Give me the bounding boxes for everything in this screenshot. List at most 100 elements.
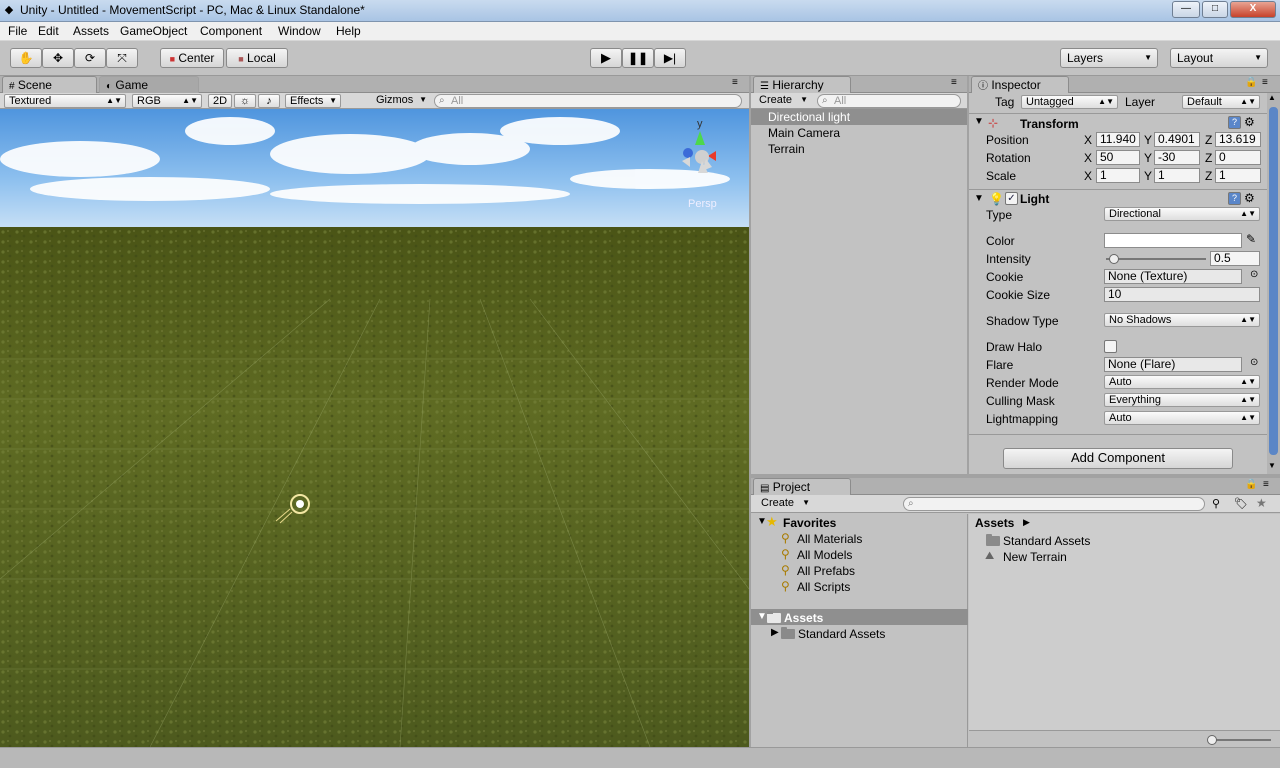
pivot-local-button[interactable]: ■ Local bbox=[226, 48, 288, 68]
audio-icon[interactable]: ♪ bbox=[258, 94, 280, 108]
list-item[interactable]: Standard Assets bbox=[798, 627, 885, 641]
gear-icon[interactable]: ⚙ bbox=[1244, 115, 1255, 129]
hand-tool-icon[interactable]: ✋ bbox=[10, 48, 42, 68]
color-mode-dropdown[interactable]: RGB ▲▼ bbox=[132, 94, 202, 108]
gizmos-dropdown[interactable]: Gizmos ▼ bbox=[372, 94, 430, 108]
tag-dropdown[interactable]: Untagged ▲▼ bbox=[1021, 95, 1118, 109]
scene-search-input[interactable]: ⌕ All bbox=[434, 94, 742, 108]
move-tool-icon[interactable]: ✥ bbox=[42, 48, 74, 68]
light-foldout-icon[interactable]: ▼ bbox=[974, 193, 984, 204]
position-y-field[interactable]: 0.4901 bbox=[1154, 132, 1200, 147]
mode-2d-toggle[interactable]: 2D bbox=[208, 94, 232, 108]
rotation-x-field[interactable]: 50 bbox=[1096, 150, 1140, 165]
pivot-center-button[interactable]: ■ Center bbox=[160, 48, 224, 68]
inspector-scroll-thumb[interactable] bbox=[1269, 107, 1278, 455]
projection-label[interactable]: Persp bbox=[688, 198, 717, 210]
flare-field[interactable]: None (Flare) bbox=[1104, 357, 1242, 372]
menu-assets[interactable]: Assets bbox=[73, 24, 109, 38]
help-icon[interactable]: ? bbox=[1228, 192, 1241, 205]
cookie-size-field[interactable]: 10 bbox=[1104, 287, 1260, 302]
render-mode-dropdown[interactable]: Auto ▲▼ bbox=[1104, 375, 1260, 389]
lightmapping-dropdown[interactable]: Auto ▲▼ bbox=[1104, 411, 1260, 425]
favorites-label[interactable]: Favorites bbox=[783, 516, 836, 530]
render-mode-dropdown[interactable]: Textured ▲▼ bbox=[4, 94, 126, 108]
tab-inspector[interactable]: ⓘ Inspector bbox=[971, 76, 1069, 93]
rotation-z-field[interactable]: 0 bbox=[1215, 150, 1261, 165]
filter-label-icon[interactable]: 🏷 bbox=[1234, 497, 1248, 510]
scene-viewport[interactable]: y Persp bbox=[0, 109, 749, 747]
draw-halo-checkbox[interactable] bbox=[1104, 340, 1117, 353]
object-picker-icon[interactable]: ⊙ bbox=[1250, 357, 1258, 368]
sun-lighting-icon[interactable]: ☼ bbox=[234, 94, 256, 108]
position-x-field[interactable]: 11.940 bbox=[1096, 132, 1140, 147]
light-type-dropdown[interactable]: Directional ▲▼ bbox=[1104, 207, 1260, 221]
lock-icon[interactable]: 🔒 bbox=[1245, 479, 1257, 490]
culling-mask-dropdown[interactable]: Everything ▲▼ bbox=[1104, 393, 1260, 407]
favorite-star-icon[interactable]: ★ bbox=[1256, 496, 1267, 510]
rotate-tool-icon[interactable]: ⟳ bbox=[74, 48, 106, 68]
list-item[interactable]: All Scripts bbox=[797, 580, 850, 594]
cookie-field[interactable]: None (Texture) bbox=[1104, 269, 1242, 284]
list-item[interactable]: All Prefabs bbox=[797, 564, 855, 578]
menu-window[interactable]: Window bbox=[278, 24, 321, 38]
position-z-field[interactable]: 13.619 bbox=[1215, 132, 1261, 147]
hierarchy-create-dropdown[interactable]: Create ▼ bbox=[755, 94, 811, 108]
panel-menu-icon[interactable]: ≡ bbox=[1263, 479, 1269, 490]
menu-component[interactable]: Component bbox=[200, 24, 262, 38]
panel-menu-icon[interactable]: ≡ bbox=[1262, 77, 1268, 88]
add-component-button[interactable]: Add Component bbox=[1003, 448, 1233, 469]
menu-gameobject[interactable]: GameObject bbox=[120, 24, 187, 38]
expand-icon[interactable]: ▶ bbox=[771, 627, 779, 638]
project-search-input[interactable]: ⌕ bbox=[903, 497, 1205, 511]
scroll-up-icon[interactable]: ▲ bbox=[1268, 93, 1276, 102]
effects-dropdown[interactable]: Effects ▼ bbox=[285, 94, 341, 108]
assets-tree-label[interactable]: Assets bbox=[784, 611, 823, 625]
tab-hierarchy[interactable]: ☰ Hierarchy bbox=[753, 76, 851, 93]
hierarchy-search-input[interactable]: ⌕ All bbox=[817, 94, 961, 108]
tab-scene[interactable]: # Scene bbox=[2, 76, 97, 93]
list-item[interactable]: Terrain bbox=[768, 142, 805, 156]
filter-type-icon[interactable]: ⚲ bbox=[1212, 497, 1220, 510]
list-item[interactable]: Standard Assets bbox=[1003, 534, 1090, 548]
minimize-button[interactable]: — bbox=[1172, 1, 1200, 18]
step-button[interactable]: ▶| bbox=[654, 48, 686, 68]
gear-icon[interactable]: ⚙ bbox=[1244, 191, 1255, 205]
scale-y-field[interactable]: 1 bbox=[1154, 168, 1200, 183]
close-button[interactable]: X bbox=[1230, 1, 1276, 18]
list-item[interactable]: All Materials bbox=[797, 532, 862, 546]
color-swatch[interactable] bbox=[1104, 233, 1242, 248]
tab-project[interactable]: ▤ Project bbox=[753, 478, 851, 495]
menu-file[interactable]: File bbox=[8, 24, 27, 38]
scroll-down-icon[interactable]: ▼ bbox=[1268, 461, 1276, 470]
list-item[interactable]: Main Camera bbox=[768, 126, 840, 140]
rotation-y-field[interactable]: -30 bbox=[1154, 150, 1200, 165]
layers-dropdown[interactable]: Layers ▼ bbox=[1060, 48, 1158, 68]
help-icon[interactable]: ? bbox=[1228, 116, 1241, 129]
breadcrumb[interactable]: Assets bbox=[975, 516, 1014, 530]
icon-size-slider-track[interactable] bbox=[1211, 739, 1271, 741]
maximize-button[interactable]: □ bbox=[1202, 1, 1228, 18]
intensity-field[interactable]: 0.5 bbox=[1210, 251, 1260, 266]
inspector-scrollbar[interactable]: ▲ ▼ bbox=[1267, 93, 1280, 474]
menu-edit[interactable]: Edit bbox=[38, 24, 59, 38]
tab-game[interactable]: ◐ Game bbox=[99, 76, 199, 93]
menu-help[interactable]: Help bbox=[336, 24, 361, 38]
light-enabled-checkbox[interactable]: ✓ bbox=[1005, 192, 1018, 205]
list-item[interactable]: Directional light bbox=[768, 110, 850, 124]
scale-z-field[interactable]: 1 bbox=[1215, 168, 1261, 183]
layout-dropdown[interactable]: Layout ▼ bbox=[1170, 48, 1268, 68]
assets-foldout-icon[interactable]: ▼ bbox=[757, 611, 767, 622]
object-picker-icon[interactable]: ⊙ bbox=[1250, 269, 1258, 280]
project-create-dropdown[interactable]: Create ▼ bbox=[757, 497, 813, 511]
intensity-slider-track[interactable] bbox=[1106, 258, 1206, 260]
transform-foldout-icon[interactable]: ▼ bbox=[974, 116, 984, 127]
shadow-type-dropdown[interactable]: No Shadows ▲▼ bbox=[1104, 313, 1260, 327]
list-item[interactable]: New Terrain bbox=[1003, 550, 1067, 564]
play-button[interactable]: ▶ bbox=[590, 48, 622, 68]
intensity-slider-thumb[interactable] bbox=[1109, 254, 1119, 264]
panel-menu-icon[interactable]: ≡ bbox=[951, 77, 957, 88]
panel-menu-icon[interactable]: ≡ bbox=[732, 77, 738, 88]
scale-x-field[interactable]: 1 bbox=[1096, 168, 1140, 183]
pause-button[interactable]: ❚❚ bbox=[622, 48, 654, 68]
layer-dropdown[interactable]: Default ▲▼ bbox=[1182, 95, 1260, 109]
